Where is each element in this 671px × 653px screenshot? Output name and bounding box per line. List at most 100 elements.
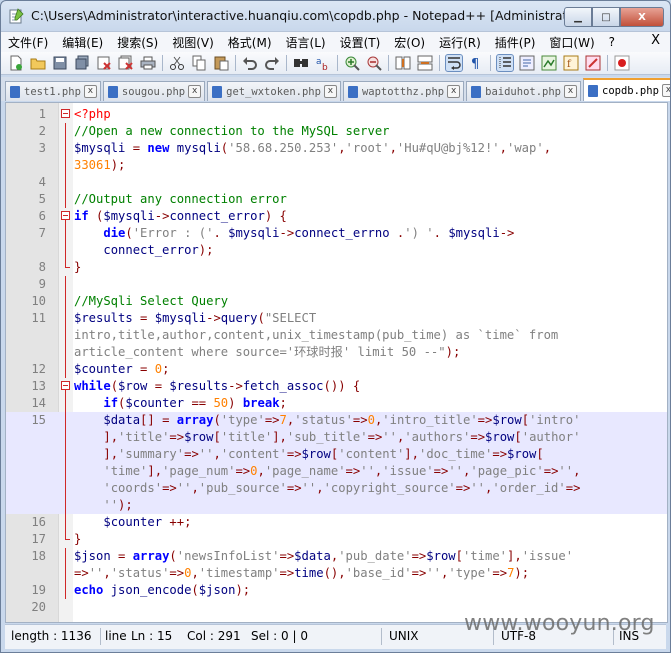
line-number: 5 <box>38 192 46 206</box>
code-line[interactable]: 12 $counter = 0; <box>6 361 667 378</box>
fold-toggle-icon[interactable] <box>61 109 70 118</box>
tab-sougou[interactable]: sougou.php x <box>102 81 206 101</box>
menu-view[interactable]: 视图(V) <box>165 34 221 51</box>
tab-close-icon[interactable]: x <box>188 85 202 98</box>
code-line[interactable]: intro,title,author,content,unix_timestam… <box>6 327 667 344</box>
menu-language[interactable]: 语言(L) <box>279 34 333 51</box>
maximize-button[interactable]: □ <box>592 7 620 27</box>
save-all-icon[interactable] <box>74 55 90 71</box>
code-line[interactable]: 4 <box>6 174 667 191</box>
code-line[interactable]: 3 $mysqli = new mysqli('58.68.250.253','r… <box>6 140 667 157</box>
tab-get-wxtoken[interactable]: get_wxtoken.php x <box>207 81 341 101</box>
document-map-icon[interactable] <box>541 55 557 71</box>
record-macro-icon[interactable] <box>614 55 630 71</box>
menu-format[interactable]: 格式(M) <box>221 34 279 51</box>
folder-as-workspace-icon[interactable] <box>585 55 601 71</box>
code-line[interactable]: 15 $data[] = array('type'=>7,'status'=>0… <box>6 412 667 429</box>
close-file-icon[interactable] <box>96 55 112 71</box>
code-line[interactable]: 1 <?php <box>6 106 667 123</box>
tab-close-icon[interactable]: x <box>83 85 97 98</box>
code-line[interactable]: connect_error); <box>6 242 667 259</box>
code-line[interactable]: article_content where source='环球时报' limi… <box>6 344 667 361</box>
word-wrap-icon[interactable] <box>445 54 463 72</box>
fold-line <box>65 412 66 429</box>
tab-baiduhot[interactable]: baiduhot.php x <box>466 81 581 101</box>
sync-vertical-icon[interactable] <box>395 55 411 71</box>
code-line[interactable]: 8} <box>6 259 667 276</box>
find-icon[interactable] <box>293 55 309 71</box>
code-line[interactable]: 5 //Output any connection error <box>6 191 667 208</box>
title-bar[interactable]: C:\Users\Administrator\interactive.huanq… <box>1 1 670 31</box>
code-line[interactable]: 10 //MySqli Select Query <box>6 293 667 310</box>
show-all-characters-icon[interactable]: ¶ <box>468 55 484 71</box>
open-file-icon[interactable] <box>30 55 46 71</box>
code-line[interactable]: 13 while($row = $results->fetch_assoc()) … <box>6 378 667 395</box>
zoom-out-icon[interactable] <box>366 55 382 71</box>
menu-macro[interactable]: 宏(O) <box>387 34 432 51</box>
menu-edit[interactable]: 编辑(E) <box>55 34 110 51</box>
fold-toggle-icon[interactable] <box>61 381 70 390</box>
menu-file[interactable]: 文件(F) <box>1 34 55 51</box>
code-line[interactable]: 19 echo json_encode($json); <box>6 582 667 599</box>
paste-icon[interactable] <box>213 55 229 71</box>
close-document-button[interactable]: X <box>651 33 660 48</box>
code-line[interactable]: 6 if ($mysqli->connect_error) { <box>6 208 667 225</box>
code-line[interactable]: =>'','status'=>0,'timestamp'=>time(),'ba… <box>6 565 667 582</box>
tab-copdb[interactable]: copdb.php x <box>583 78 670 101</box>
print-icon[interactable] <box>140 55 156 71</box>
tab-close-icon[interactable]: x <box>564 85 577 98</box>
tab-close-icon[interactable]: x <box>661 84 670 97</box>
tab-test1[interactable]: test1.php x <box>5 81 101 101</box>
file-saved-icon <box>347 85 358 98</box>
fold-line <box>65 157 66 174</box>
line-number: 19 <box>31 583 46 597</box>
menu-window[interactable]: 窗口(W) <box>542 34 601 51</box>
code-text: $results = $mysqli->query("SELECT <box>74 311 317 325</box>
function-list-icon[interactable]: f <box>563 55 579 71</box>
copy-icon[interactable] <box>191 55 207 71</box>
close-button[interactable]: X <box>620 7 664 27</box>
replace-icon[interactable]: ab <box>315 55 331 71</box>
status-sel: Sel : 0 | 0 <box>251 629 308 643</box>
undo-icon[interactable] <box>242 55 258 71</box>
tab-close-icon[interactable]: x <box>447 85 461 98</box>
save-icon[interactable] <box>52 55 68 71</box>
fold-toggle-icon[interactable] <box>61 211 70 220</box>
code-line[interactable]: 'time'],'page_num'=>0,'page_name'=>'','i… <box>6 463 667 480</box>
code-line[interactable]: 18 $json = array('newsInfoList'=>$data,'p… <box>6 548 667 565</box>
minimize-button[interactable]: ▁ <box>564 7 592 27</box>
tab-waptotthz[interactable]: waptotthz.php x <box>342 81 465 101</box>
code-line[interactable]: ],'title'=>$row['title'],'sub_title'=>''… <box>6 429 667 446</box>
fold-line <box>65 310 66 327</box>
sync-horizontal-icon[interactable] <box>417 55 433 71</box>
cut-icon[interactable] <box>169 55 185 71</box>
code-line[interactable]: 'coords'=>'','pub_source'=>'','copyright… <box>6 480 667 497</box>
code-line[interactable]: 9 <box>6 276 667 293</box>
code-editor[interactable]: 1 <?php 2 //Open a new connection to the My… <box>5 102 668 623</box>
code-line[interactable]: 7 die('Error : ('. $mysqli->connect_errn… <box>6 225 667 242</box>
zoom-in-icon[interactable] <box>344 55 360 71</box>
code-line[interactable]: 14 if($counter == 50) break; <box>6 395 667 412</box>
code-line[interactable]: 17} <box>6 531 667 548</box>
user-defined-language-icon[interactable] <box>519 55 535 71</box>
close-all-icon[interactable] <box>118 55 134 71</box>
menu-run[interactable]: 运行(R) <box>432 34 488 51</box>
code-line[interactable]: 2 //Open a new connection to the MySQL se… <box>6 123 667 140</box>
status-eol[interactable]: UNIX <box>389 629 419 643</box>
code-line[interactable]: 33061); <box>6 157 667 174</box>
menu-help[interactable]: ? <box>602 35 622 49</box>
menu-plugins[interactable]: 插件(P) <box>488 34 543 51</box>
menu-settings[interactable]: 设置(T) <box>333 34 388 51</box>
redo-icon[interactable] <box>264 55 280 71</box>
menu-search[interactable]: 搜索(S) <box>110 34 165 51</box>
new-file-icon[interactable] <box>8 55 24 71</box>
code-line[interactable]: 11 $results = $mysqli->query("SELECT <box>6 310 667 327</box>
code-line[interactable]: ''); <box>6 497 667 514</box>
code-line[interactable]: ],'summary'=>'','content'=>$row['content… <box>6 446 667 463</box>
code-line[interactable]: 16 $counter ++; <box>6 514 667 531</box>
status-separator <box>100 628 101 645</box>
tab-close-icon[interactable]: x <box>323 85 337 98</box>
line-number: 2 <box>38 124 46 138</box>
code-area[interactable]: 1 <?php 2 //Open a new connection to the My… <box>6 106 667 616</box>
indent-guide-icon[interactable] <box>496 54 514 72</box>
